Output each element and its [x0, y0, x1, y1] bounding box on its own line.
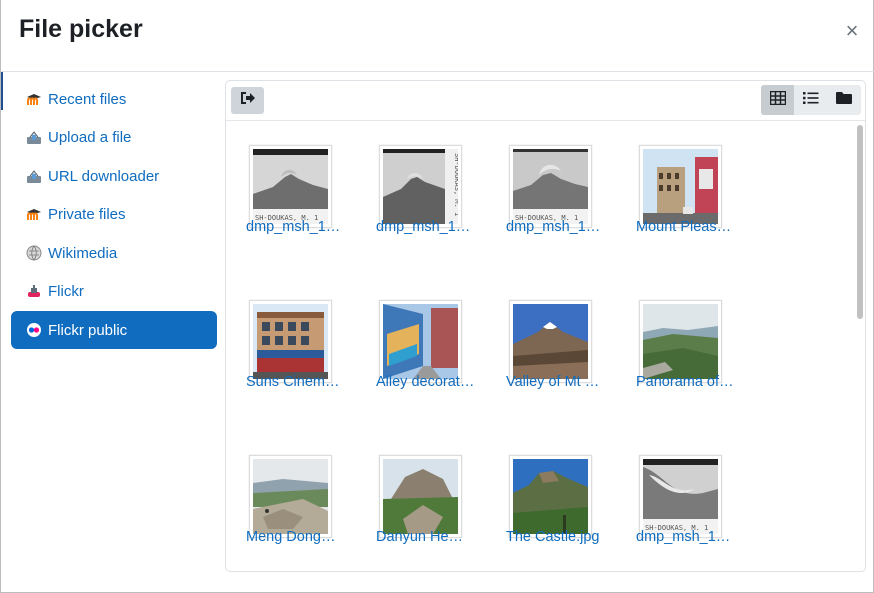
upload-icon: [26, 129, 42, 145]
file-tile[interactable]: Danyun He…: [366, 432, 476, 571]
file-thumbnail: [509, 300, 592, 383]
file-grid-scrollbar[interactable]: [854, 122, 865, 571]
sidebar-item-label: URL downloader: [48, 167, 160, 185]
close-icon[interactable]: ×: [843, 20, 861, 42]
file-name: Suns Cinem…: [246, 374, 340, 390]
url-download-icon: [26, 168, 42, 184]
dialog-title: File picker: [19, 15, 143, 43]
repository-sidebar: Recent files Upload a file URL downloade…: [1, 72, 223, 593]
file-tile[interactable]: Suns Cinem…: [236, 277, 346, 417]
list-icon: [802, 91, 819, 110]
list-view-button[interactable]: [794, 85, 827, 115]
svg-text:SH-DOUKAS, M. 1: SH-DOUKAS, M. 1: [453, 153, 458, 216]
file-thumbnail: SH-DOUKAS, M. 1: [639, 455, 722, 538]
file-name: The Castle.jpg: [506, 529, 600, 545]
file-thumbnail: [249, 300, 332, 383]
icons-view-button[interactable]: [761, 85, 795, 115]
folder-icon: [836, 91, 853, 110]
file-name: Panorama of…: [636, 374, 734, 390]
file-thumbnail: SH-DOUKAS, M. 1: [379, 145, 462, 228]
moodle-icon: [26, 91, 42, 107]
file-tile[interactable]: SH-DOUKAS, M. 1 dmp_msh_1…: [236, 122, 346, 262]
file-tile[interactable]: SH-DOUKAS, M. 1 dmp_msh_1…: [626, 432, 736, 571]
sidebar-item-flickr[interactable]: Flickr: [11, 272, 217, 310]
file-name: dmp_msh_1…: [506, 219, 601, 235]
file-name: Alley decorat…: [376, 374, 475, 390]
file-tile[interactable]: SH-DOUKAS, M. 1 dmp_msh_1…: [496, 122, 606, 262]
file-tile[interactable]: Alley decorat…: [366, 277, 476, 417]
file-tile[interactable]: Panorama of…: [626, 277, 736, 417]
file-name: dmp_msh_1…: [636, 529, 731, 545]
file-thumbnail: [639, 145, 722, 228]
file-name: Mount Pleas…: [636, 219, 732, 235]
file-name: Danyun He…: [376, 529, 464, 545]
view-switcher: [761, 85, 861, 115]
sidebar-item-label: Flickr: [48, 282, 84, 300]
tree-view-button[interactable]: [828, 85, 861, 115]
file-grid: SH-DOUKAS, M. 1 dmp_msh_1… SH-DOUKAS, M.…: [226, 122, 854, 571]
logout-icon: [240, 91, 256, 110]
sidebar-item-upload-a-file[interactable]: Upload a file: [11, 118, 217, 156]
file-tile[interactable]: SH-DOUKAS, M. 1 dmp_msh_1…: [366, 122, 476, 262]
sidebar-item-label: Wikimedia: [48, 244, 118, 262]
file-thumbnail: [509, 455, 592, 538]
file-name: dmp_msh_1…: [246, 219, 341, 235]
sidebar-item-flickr-public[interactable]: Flickr public: [11, 311, 217, 349]
file-thumbnail: [249, 455, 332, 538]
wikimedia-icon: [26, 245, 42, 261]
file-picker-dialog: File picker × Recent files Upload a file…: [0, 0, 874, 593]
sidebar-item-recent-files[interactable]: Recent files: [11, 80, 217, 118]
sidebar-item-label: Flickr public: [48, 321, 128, 339]
file-name: Meng Dong…: [246, 529, 336, 545]
sidebar-item-url-downloader[interactable]: URL downloader: [11, 157, 217, 195]
file-thumbnail: SH-DOUKAS, M. 1: [249, 145, 332, 228]
sidebar-item-private-files[interactable]: Private files: [11, 195, 217, 233]
flickr-icon: [26, 283, 42, 299]
file-thumbnail: [379, 455, 462, 538]
file-thumbnail: [639, 300, 722, 383]
flickr-public-icon: [26, 322, 42, 338]
file-tile[interactable]: Valley of Mt …: [496, 277, 606, 417]
file-tile[interactable]: Meng Dong…: [236, 432, 346, 571]
file-browser-panel: SH-DOUKAS, M. 1 dmp_msh_1… SH-DOUKAS, M.…: [225, 80, 866, 572]
sidebar-item-label: Recent files: [48, 90, 127, 108]
grid-icon: [769, 90, 786, 110]
dialog-header: File picker ×: [1, 0, 874, 72]
file-browser-toolbar: [226, 81, 865, 121]
file-tile[interactable]: The Castle.jpg: [496, 432, 606, 571]
file-thumbnail: [379, 300, 462, 383]
logout-button[interactable]: [231, 87, 264, 114]
moodle-icon: [26, 206, 42, 222]
file-tile[interactable]: Mount Pleas…: [626, 122, 736, 262]
sidebar-item-wikimedia[interactable]: Wikimedia: [11, 234, 217, 272]
sidebar-item-label: Private files: [48, 205, 126, 223]
scrollbar-thumb[interactable]: [857, 125, 863, 319]
file-name: dmp_msh_1…: [376, 219, 471, 235]
file-name: Valley of Mt …: [506, 374, 600, 390]
file-thumbnail: SH-DOUKAS, M. 1: [509, 145, 592, 228]
sidebar-item-label: Upload a file: [48, 128, 132, 146]
